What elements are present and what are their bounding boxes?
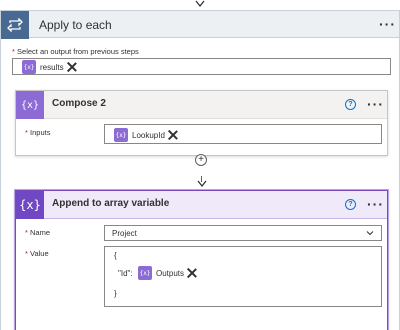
expression-icon: {x} [114, 128, 128, 142]
append-to-array-card: {x} Append to array variable ? ··· * Nam… [15, 190, 388, 330]
apply-to-each-container: Apply to each ··· * Select an output fro… [0, 10, 400, 330]
remove-token-icon[interactable] [168, 130, 178, 140]
apply-to-each-header[interactable]: Apply to each ··· [0, 10, 400, 39]
outputs-token[interactable]: {x} Outputs [138, 265, 197, 281]
compose-card: {x} Compose 2 ? ··· * Inputs {x} LookupI… [15, 90, 388, 156]
append-header[interactable]: {x} Append to array variable ? ··· [16, 191, 387, 219]
id-key: "Id": [118, 269, 133, 278]
select-output-field[interactable]: {x} results [12, 58, 391, 75]
flow-arrow-icon [197, 180, 207, 188]
append-title: Append to array variable [52, 198, 170, 209]
variable-icon: {x} [16, 191, 44, 219]
name-select[interactable]: Project [104, 225, 382, 241]
results-token[interactable]: {x} results [22, 59, 77, 75]
more-options-icon[interactable]: ··· [367, 97, 384, 111]
close-brace: } [114, 289, 117, 298]
lookupid-token[interactable]: {x} LookupId [114, 127, 178, 143]
select-output-label: * Select an output from previous steps [12, 47, 139, 56]
remove-token-icon[interactable] [67, 62, 77, 72]
name-value: Project [112, 229, 137, 238]
compose-title: Compose 2 [52, 98, 106, 109]
remove-token-icon[interactable] [187, 268, 197, 278]
value-label: * Value [25, 249, 49, 258]
expression-icon: {x} [22, 60, 36, 74]
value-field[interactable]: { "Id": {x} Outputs } [104, 246, 382, 307]
more-options-icon[interactable]: ··· [367, 197, 384, 211]
help-icon[interactable]: ? [345, 99, 356, 110]
inputs-label: * Inputs [25, 128, 51, 137]
name-label: * Name [25, 228, 51, 237]
apply-to-each-title: Apply to each [39, 18, 112, 32]
flow-arrow-icon [195, 0, 205, 8]
add-step-button[interactable]: + [195, 154, 207, 166]
loop-icon [1, 11, 29, 39]
help-icon[interactable]: ? [345, 199, 356, 210]
compose-header[interactable]: {x} Compose 2 ? ··· [16, 91, 387, 119]
more-options-icon[interactable]: ··· [379, 17, 396, 31]
compose-icon: {x} [16, 91, 44, 119]
inputs-field[interactable]: {x} LookupId [104, 124, 382, 144]
chevron-down-icon [366, 231, 374, 236]
expression-icon: {x} [138, 266, 152, 280]
apply-to-each-body: * Select an output from previous steps {… [0, 38, 400, 330]
open-brace: { [114, 251, 117, 260]
